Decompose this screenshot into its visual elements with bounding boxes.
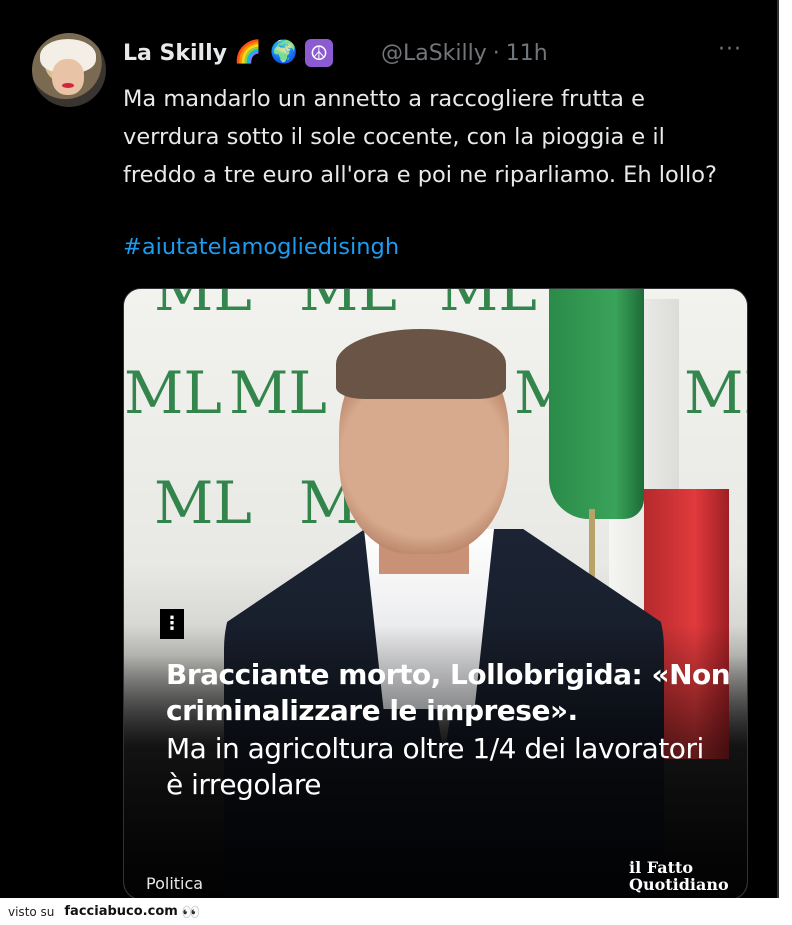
media-category: Politica — [146, 874, 204, 893]
dove-icon: 🕊 — [340, 40, 368, 65]
eyes-icon: 👀 — [181, 902, 201, 921]
display-name[interactable]: La Skilly — [123, 41, 227, 66]
avatar[interactable] — [32, 33, 106, 107]
peace-icon: ☮ — [304, 39, 333, 67]
timestamp[interactable]: 11h — [506, 41, 548, 66]
footer-prefix: visto su — [8, 904, 55, 919]
rainbow-icon: 🌈 — [234, 40, 262, 65]
footer-site[interactable]: facciabuco.com — [64, 904, 177, 919]
menu-icon: ⋮ — [160, 609, 184, 639]
avatar-lips — [62, 83, 74, 88]
media-card[interactable]: ML ML ML ML ML ML ML ML ML ⋮ Bracciante … — [123, 288, 748, 900]
tweet-header: La Skilly 🌈 🌍 ☮ 🕊 @LaSkilly · 11h — [123, 36, 548, 70]
media-subheadline: Ma in agricoltura oltre 1/4 dei lavorato… — [166, 732, 704, 801]
media-gradient — [124, 289, 747, 899]
media-headline: Bracciante morto, Lollobrigida: «Non cri… — [166, 658, 731, 727]
tweet-text: Ma mandarlo un annetto a raccogliere fru… — [123, 86, 717, 188]
globe-icon: 🌍 — [270, 40, 298, 65]
more-icon[interactable]: ··· — [718, 39, 742, 61]
separator-dot: · — [492, 40, 500, 66]
avatar-face — [52, 59, 84, 95]
hashtag-link[interactable]: #aiutatelamogliedisingh — [123, 228, 399, 266]
tweet-panel: La Skilly 🌈 🌍 ☮ 🕊 @LaSkilly · 11h ··· Ma… — [0, 0, 779, 900]
brand-logo: il Fatto Quotidiano — [629, 858, 729, 894]
handle[interactable]: @LaSkilly — [381, 41, 487, 66]
watermark-footer: visto su facciabuco.com 👀 — [0, 898, 792, 925]
